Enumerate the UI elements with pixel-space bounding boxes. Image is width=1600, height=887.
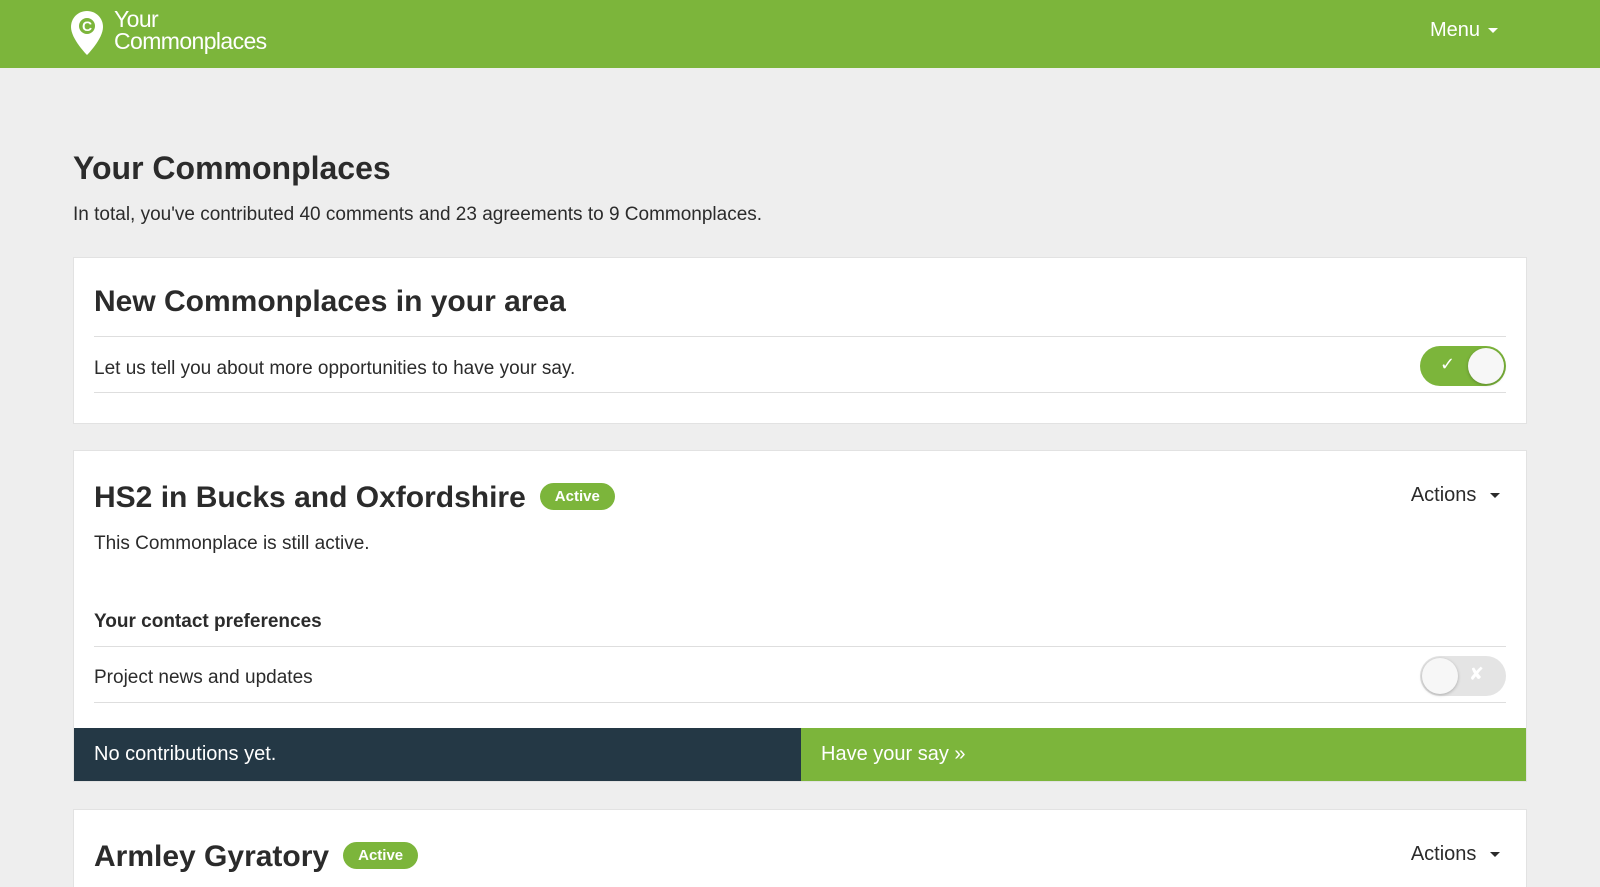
divider [94, 702, 1506, 703]
have-your-say-button[interactable]: Have your say » [801, 728, 1526, 781]
contribution-summary: In total, you've contributed 40 comments… [73, 204, 763, 225]
logo-line-2: Commonplaces [114, 28, 267, 54]
page-title: Your Commonplaces [73, 150, 391, 186]
divider [94, 336, 1506, 337]
project-title-row: HS2 in Bucks and Oxfordshire Active [94, 481, 615, 515]
area-opt-in-text: Let us tell you about more opportunities… [94, 358, 576, 379]
project-title-row: Armley Gyratory Active [94, 840, 419, 874]
contact-preferences-label: Your contact preferences [94, 611, 322, 632]
project-status-text: This Commonplace is still active. [94, 533, 370, 554]
area-card-title: New Commonplaces in your area [94, 285, 566, 318]
checkmark-icon: ✓ [1440, 354, 1456, 374]
project-title: HS2 in Bucks and Oxfordshire [94, 481, 526, 514]
logo-line-1: Your [114, 6, 159, 32]
caret-down-icon [1488, 28, 1498, 33]
divider [94, 646, 1506, 647]
preference-row-label: Project news and updates [94, 667, 313, 688]
logo[interactable]: C Your Commonplaces [70, 8, 267, 56]
project-news-toggle[interactable]: ✘ [1420, 656, 1506, 696]
menu-label: Menu [1429, 19, 1480, 41]
status-badge: Active [343, 842, 419, 869]
menu-dropdown[interactable]: Menu [1430, 19, 1498, 42]
caret-down-icon [1490, 852, 1500, 858]
top-navbar: C Your Commonplaces Menu [0, 0, 1600, 68]
divider [94, 392, 1506, 393]
actions-label: Actions [1410, 484, 1477, 506]
actions-dropdown[interactable]: Actions [1411, 484, 1500, 507]
contributions-status: No contributions yet. [74, 728, 801, 781]
project-card: HS2 in Bucks and Oxfordshire Active Actio… [73, 450, 1527, 782]
toggle-knob [1468, 348, 1504, 384]
status-badge: Active [539, 483, 615, 510]
toggle-knob [1422, 658, 1458, 694]
project-title: Armley Gyratory [94, 840, 330, 873]
actions-dropdown[interactable]: Actions [1411, 843, 1500, 866]
area-notifications-toggle[interactable]: ✓ [1420, 346, 1506, 386]
actions-label: Actions [1410, 843, 1477, 865]
logo-wordmark: Your Commonplaces [114, 6, 267, 54]
project-footer-bar: No contributions yet. Have your say » [74, 728, 1526, 781]
caret-down-icon [1490, 493, 1500, 499]
area-notifications-card: New Commonplaces in your area Let us tel… [73, 257, 1527, 424]
map-pin-icon: C [71, 11, 103, 55]
logo-letter: C [82, 18, 92, 34]
project-card: Armley Gyratory Active Actions [73, 809, 1527, 887]
cross-icon: ✘ [1468, 664, 1484, 684]
